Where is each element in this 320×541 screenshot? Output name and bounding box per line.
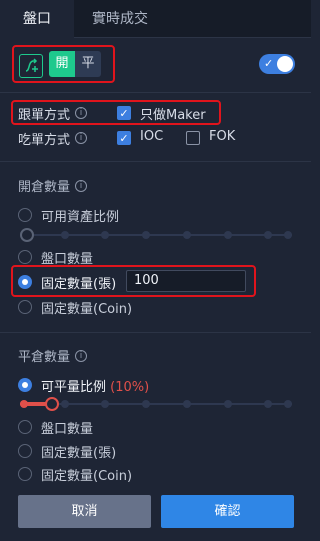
cancel-button[interactable]: 取消 <box>18 495 151 528</box>
close-ratio-slider[interactable] <box>20 397 292 411</box>
close-qty-title: 平倉數量 <box>18 350 71 365</box>
open-mode-button[interactable]: 開 <box>49 51 75 77</box>
check-icon: ✓ <box>264 57 274 70</box>
open-qty-title: 開倉數量 <box>18 180 71 195</box>
open-qty-section-title: 開倉數量 i <box>18 176 88 195</box>
slider-step[interactable] <box>224 231 232 239</box>
slider-step[interactable] <box>284 400 292 408</box>
slider-step[interactable] <box>264 231 272 239</box>
close-qty-section-title: 平倉數量 i <box>18 346 88 365</box>
divider <box>0 92 311 93</box>
enable-switch[interactable]: ✓ <box>259 54 295 74</box>
radio-close-fixed-contracts[interactable] <box>18 444 32 458</box>
fixed-qty-input[interactable]: 100 <box>126 270 246 292</box>
closable-ratio-text: 可平量比例 <box>41 380 107 395</box>
slider-step[interactable] <box>142 231 150 239</box>
slider-step[interactable] <box>264 400 272 408</box>
close-book-qty-label: 盤口數量 <box>41 422 94 437</box>
ioc-label: IOC <box>140 129 164 144</box>
tab-bar: 盤口 實時成交 <box>0 0 311 38</box>
slider-thumb[interactable] <box>45 397 59 411</box>
take-method-label: 吃單方式 <box>18 132 71 148</box>
split-mode-icon[interactable] <box>19 54 43 78</box>
fixed-contracts-label: 固定數量(張) <box>41 277 117 292</box>
radio-available-ratio[interactable] <box>18 208 32 222</box>
info-icon[interactable]: i <box>75 107 88 119</box>
radio-book-qty[interactable] <box>18 250 32 264</box>
fok-label: FOK <box>209 129 236 144</box>
follow-method-label: 跟單方式 <box>18 107 71 123</box>
slider-step[interactable] <box>101 231 109 239</box>
slider-step[interactable] <box>20 400 28 408</box>
slider-step[interactable] <box>142 400 150 408</box>
closable-ratio-label: 可平量比例 (10%) <box>41 376 149 395</box>
slider-step[interactable] <box>183 400 191 408</box>
divider <box>0 332 311 333</box>
info-icon[interactable]: i <box>75 349 88 362</box>
fok-checkbox[interactable] <box>186 131 200 145</box>
slider-step[interactable] <box>61 400 69 408</box>
slider-step[interactable] <box>101 400 109 408</box>
radio-close-fixed-coin[interactable] <box>18 467 32 481</box>
slider-step[interactable] <box>183 231 191 239</box>
follow-method-row: 跟單方式 i <box>18 104 88 123</box>
slider-step[interactable] <box>61 231 69 239</box>
slider-thumb[interactable] <box>20 228 34 242</box>
available-ratio-label: 可用資產比例 <box>41 210 120 225</box>
open-ratio-slider[interactable] <box>20 228 292 242</box>
tab-order-book[interactable]: 盤口 <box>0 0 74 38</box>
radio-fixed-contracts[interactable] <box>18 275 32 289</box>
close-fixed-coin-label: 固定數量(Coin) <box>41 469 133 484</box>
closable-ratio-percent: (10%) <box>110 380 150 395</box>
fixed-coin-label: 固定數量(Coin) <box>41 302 133 317</box>
radio-fixed-coin[interactable] <box>18 300 32 314</box>
info-icon[interactable]: i <box>75 132 88 144</box>
ioc-checkbox[interactable]: ✓ <box>117 131 131 145</box>
radio-closable-ratio[interactable] <box>18 378 32 392</box>
slider-step[interactable] <box>224 400 232 408</box>
switch-knob <box>277 56 293 72</box>
radio-close-book-qty[interactable] <box>18 420 32 434</box>
close-mode-button[interactable]: 平 <box>75 51 101 77</box>
info-icon[interactable]: i <box>75 179 88 192</box>
maker-only-label: 只做Maker <box>140 108 206 123</box>
maker-only-checkbox[interactable]: ✓ <box>117 106 131 120</box>
divider <box>0 161 311 162</box>
tab-recent-trades[interactable]: 實時成交 <box>92 0 148 38</box>
open-close-toggle[interactable]: 開 平 <box>49 51 101 77</box>
take-method-row: 吃單方式 i <box>18 129 88 148</box>
close-fixed-contracts-label: 固定數量(張) <box>41 446 117 461</box>
slider-step[interactable] <box>284 231 292 239</box>
confirm-button[interactable]: 確認 <box>161 495 294 528</box>
